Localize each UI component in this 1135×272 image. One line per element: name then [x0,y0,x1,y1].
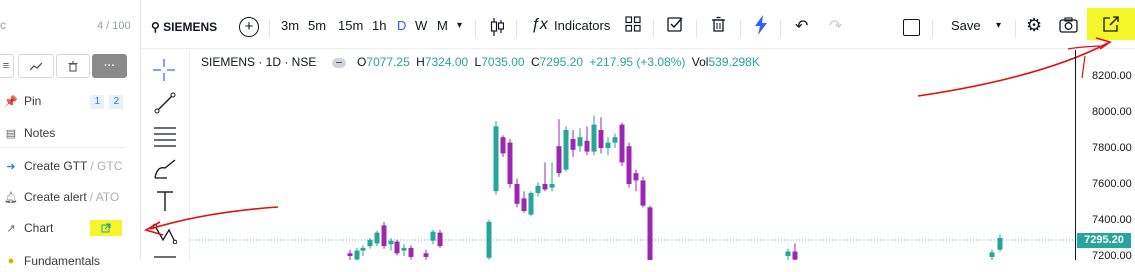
candle-body [584,140,590,152]
candle [535,182,541,197]
candle [792,243,798,260]
candle-body [785,251,791,256]
candle [577,128,583,152]
annotation-arrowhead-left [143,221,164,236]
candle-body [374,232,380,244]
price-tick: 8200.00 [1092,70,1132,82]
price-chart[interactable] [0,0,1135,260]
candle-body [367,239,373,247]
candle-body [423,253,429,257]
candle-body [360,247,366,251]
candle-body [535,185,541,193]
price-tick: 8000.00 [1092,106,1132,118]
candle [542,162,548,192]
candle-body [437,232,443,247]
candle-body [997,238,1003,250]
candle [647,205,653,260]
price-tick: 7400.00 [1092,214,1132,226]
candle [500,135,506,157]
candle-body [408,247,414,257]
candle-body [347,253,353,256]
candle [640,176,646,208]
candle-body [612,137,618,143]
candle [430,229,436,245]
candle [528,191,534,217]
candle [591,115,597,156]
candle [556,119,562,177]
candle [388,238,394,251]
price-tick: 7600.00 [1092,178,1132,190]
candle-body [521,198,527,211]
candle [493,121,499,195]
candle [381,221,387,249]
price-tick: 7800.00 [1092,142,1132,154]
candle [570,130,576,157]
candle [626,142,632,188]
candle-body [388,240,394,245]
candle [989,249,995,260]
candle [514,178,520,208]
candle-body [381,225,387,247]
candle-body [430,231,436,241]
candle [507,139,513,188]
candle-body [542,184,548,190]
candle [437,229,443,248]
candle-body [563,130,569,170]
candle-body [514,184,520,204]
price-tick: 7200.00 [1092,250,1132,262]
candle [394,239,400,256]
candle-body [556,146,562,174]
candle-body [549,184,555,188]
candle-body [598,130,604,148]
candle-body [633,173,639,181]
candle [619,122,625,166]
candle [785,248,791,260]
candle [997,234,1003,252]
candle [367,238,373,249]
candle-body [626,146,632,184]
candle [521,191,527,213]
candle-body [401,247,407,251]
candle-body [394,241,400,254]
candle [423,249,429,260]
candle-body [493,126,499,192]
candle-body [640,180,646,206]
candle [633,169,639,192]
candle-body [486,221,492,258]
candle-body [354,250,360,260]
candle [549,162,555,192]
candle-body [500,137,506,154]
candle-body [570,139,576,150]
candle [354,247,360,260]
candle-body [647,207,653,260]
candle-body [619,124,625,163]
candle-body [528,193,534,215]
candle [401,244,407,256]
candle [598,117,604,154]
candle [347,249,353,260]
candle-body [989,252,995,257]
candle-body [577,137,583,147]
candle-body [591,124,597,152]
candle [374,230,380,247]
candle [563,126,569,172]
candle [360,245,366,256]
candle-body [507,142,513,184]
candle [486,220,492,260]
candle [584,126,590,156]
candle-body [792,251,798,260]
candle-body [605,142,611,148]
last-price-label: 7295.20 [1077,233,1131,248]
candle [612,133,618,148]
candle [408,245,414,260]
candle [605,137,611,156]
annotation-arrow-left [149,206,279,230]
